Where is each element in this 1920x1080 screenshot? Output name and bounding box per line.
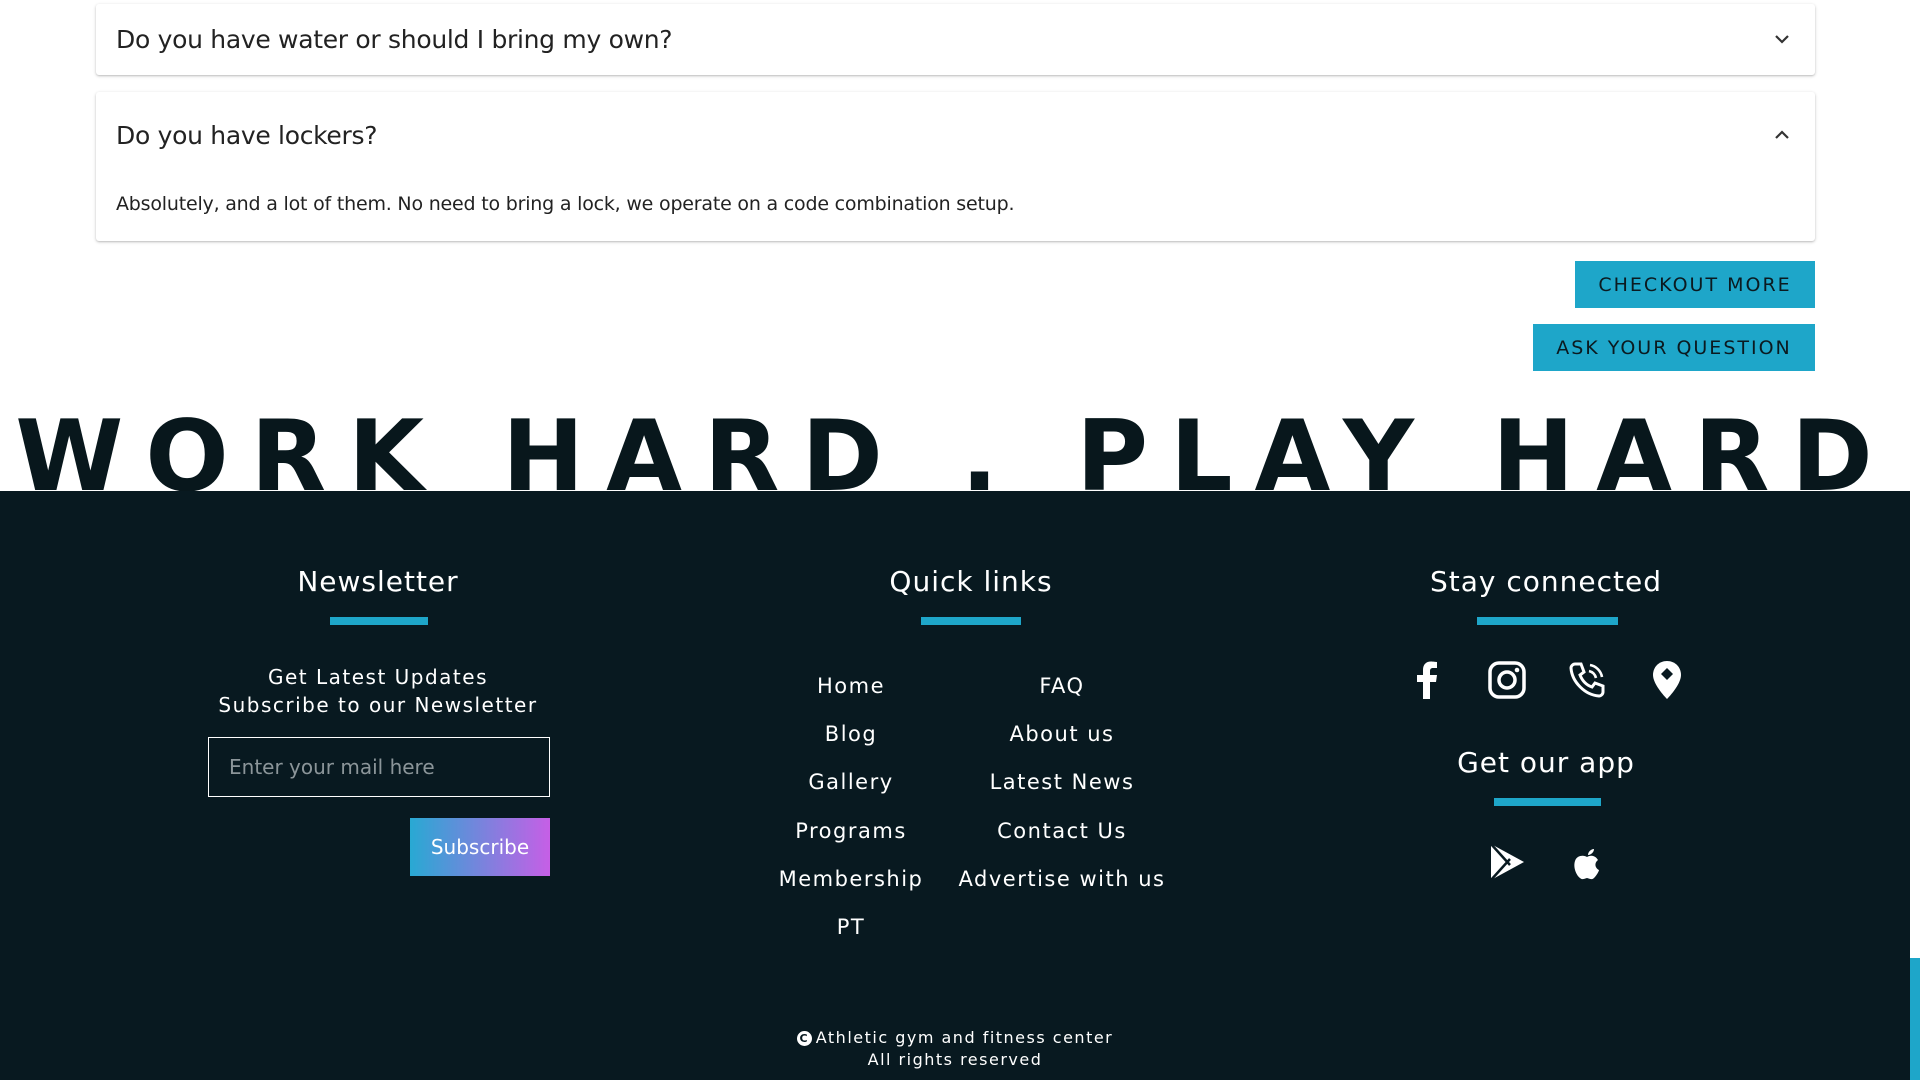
stay-connected-title: Stay connected xyxy=(1430,565,1662,598)
quick-link-home[interactable]: Home xyxy=(731,674,971,698)
quick-link-membership[interactable]: Membership xyxy=(731,867,971,891)
faq-question[interactable]: Do you have water or should I bring my o… xyxy=(116,4,673,75)
newsletter-title: Newsletter xyxy=(297,565,459,598)
copyright-line2: All rights reserved xyxy=(867,1050,1043,1069)
footer: Newsletter Get Latest Updates Subscribe … xyxy=(0,491,1910,1080)
location-pin-icon[interactable] xyxy=(1646,659,1688,701)
chevron-down-icon[interactable] xyxy=(1773,30,1791,48)
quick-link-programs[interactable]: Programs xyxy=(731,819,971,843)
copyright: C Athletic gym and fitness center All rig… xyxy=(700,1027,1210,1071)
slogan-heading: WORK HARD . PLAY HARD xyxy=(15,402,1895,492)
quick-link-faq[interactable]: FAQ xyxy=(942,674,1182,698)
quick-link-blog[interactable]: Blog xyxy=(731,722,971,746)
faq-item[interactable]: Do you have water or should I bring my o… xyxy=(96,4,1815,75)
checkout-more-button[interactable]: CHECKOUT MORE xyxy=(1575,261,1815,308)
ask-question-button[interactable]: ASK YOUR QUESTION xyxy=(1533,324,1815,371)
quick-links-title: Quick links xyxy=(889,565,1053,598)
copyright-line1: Athletic gym and fitness center xyxy=(815,1028,1114,1047)
quick-link-about[interactable]: About us xyxy=(942,722,1182,746)
quick-link-advertise[interactable]: Advertise with us xyxy=(942,867,1182,891)
title-underline xyxy=(921,617,1021,625)
subscribe-button[interactable]: Subscribe xyxy=(410,818,550,876)
title-underline xyxy=(330,617,428,625)
newsletter-text: Get Latest Updates Subscribe to our News… xyxy=(178,663,578,719)
newsletter-line2: Subscribe to our Newsletter xyxy=(218,693,538,717)
copyright-icon: C xyxy=(796,1031,812,1046)
quick-link-pt[interactable]: PT xyxy=(731,915,971,939)
email-field[interactable] xyxy=(208,737,550,797)
faq-answer: Absolutely, and a lot of them. No need t… xyxy=(116,193,1015,215)
app-title: Get our app xyxy=(1457,746,1635,779)
google-play-icon[interactable] xyxy=(1486,841,1528,883)
instagram-icon[interactable] xyxy=(1486,659,1528,701)
title-underline xyxy=(1477,617,1618,625)
quick-link-latest-news[interactable]: Latest News xyxy=(942,770,1182,794)
title-underline xyxy=(1494,798,1601,806)
faq-question[interactable]: Do you have lockers? xyxy=(116,100,378,171)
quick-link-contact[interactable]: Contact Us xyxy=(942,819,1182,843)
facebook-icon[interactable] xyxy=(1406,659,1448,701)
quick-link-gallery[interactable]: Gallery xyxy=(731,770,971,794)
apple-icon[interactable] xyxy=(1566,841,1608,883)
chevron-up-icon[interactable] xyxy=(1773,126,1791,144)
newsletter-line1: Get Latest Updates xyxy=(267,665,489,689)
scroll-to-top-tab[interactable] xyxy=(1910,958,1920,1080)
faq-item[interactable]: Do you have lockers? Absolutely, and a l… xyxy=(96,92,1815,241)
phone-icon[interactable] xyxy=(1566,659,1608,701)
